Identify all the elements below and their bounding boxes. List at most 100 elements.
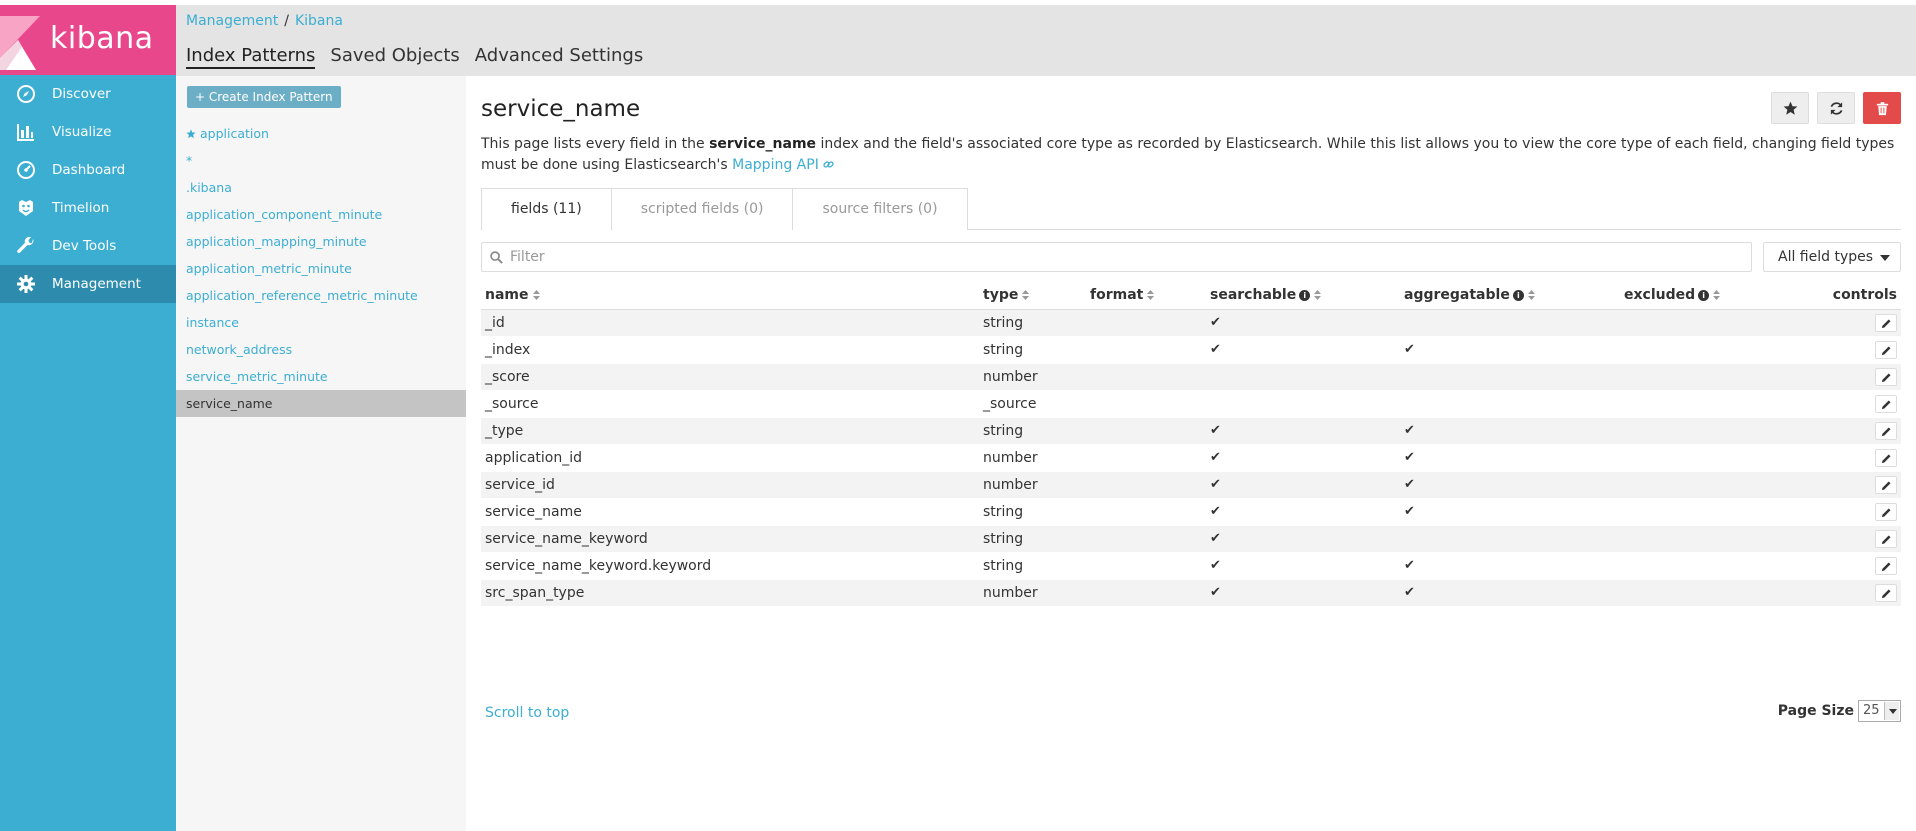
gear-icon — [0, 274, 52, 294]
index-pattern-item[interactable]: instance — [176, 309, 466, 336]
field-type: number — [979, 579, 1086, 607]
dashboard-icon — [0, 160, 52, 180]
searchable-check-icon: ✔ — [1206, 579, 1400, 607]
edit-field-button[interactable] — [1875, 448, 1897, 467]
edit-field-button[interactable] — [1875, 367, 1897, 386]
field-type: number — [979, 363, 1086, 391]
star-icon — [1783, 101, 1797, 115]
field-format — [1086, 417, 1206, 445]
tab-saved-objects[interactable]: Saved Objects — [330, 45, 459, 69]
edit-field-button[interactable] — [1875, 394, 1897, 413]
nav-item-management[interactable]: Management — [0, 265, 176, 303]
table-row: _index string ✔ ✔ — [481, 336, 1901, 364]
index-pattern-label: application — [199, 126, 269, 141]
pencil-icon — [1881, 318, 1891, 328]
nav-item-dashboard[interactable]: Dashboard — [0, 151, 176, 189]
tab-fields[interactable]: fields (11) — [481, 188, 612, 231]
index-pattern-detail: service_name This page lists every field… — [466, 76, 1916, 831]
breadcrumb-management[interactable]: Management — [186, 13, 278, 29]
column-header-searchable[interactable]: searchable i — [1206, 282, 1400, 310]
info-icon[interactable]: i — [1299, 289, 1311, 301]
edit-field-button[interactable] — [1875, 583, 1897, 602]
table-row: _score number — [481, 363, 1901, 391]
field-controls — [1820, 498, 1901, 526]
aggregatable-check-icon: ✔ — [1400, 471, 1620, 499]
field-excluded — [1620, 417, 1820, 445]
edit-field-button[interactable] — [1875, 529, 1897, 548]
index-pattern-item[interactable]: network_address — [176, 336, 466, 363]
edit-field-button[interactable] — [1875, 556, 1897, 575]
edit-field-button[interactable] — [1875, 502, 1897, 521]
pencil-icon — [1881, 561, 1891, 571]
page-description: This page lists every field in the servi… — [481, 134, 1901, 176]
bar-chart-icon — [0, 122, 52, 142]
nav-label: Discover — [52, 86, 111, 102]
breadcrumb-kibana[interactable]: Kibana — [295, 13, 343, 29]
edit-field-button[interactable] — [1875, 340, 1897, 359]
page-size-label: Page Size — [1777, 703, 1854, 719]
set-default-button[interactable] — [1771, 92, 1809, 124]
column-header-name[interactable]: name — [481, 282, 979, 310]
index-pattern-item[interactable]: * — [176, 147, 466, 174]
sort-icon[interactable] — [1713, 290, 1721, 301]
index-pattern-item-default[interactable]: application — [176, 120, 466, 147]
aggregatable-check-icon: ✔ — [1400, 498, 1620, 526]
index-pattern-item[interactable]: application_mapping_minute — [176, 228, 466, 255]
column-header-aggregatable[interactable]: aggregatable i — [1400, 282, 1620, 310]
scroll-to-top-link[interactable]: Scroll to top — [485, 705, 569, 721]
sort-icon[interactable] — [1147, 290, 1155, 301]
info-icon[interactable]: i — [1698, 289, 1710, 301]
sort-icon[interactable] — [1314, 290, 1322, 301]
column-header-format[interactable]: format — [1086, 282, 1206, 310]
edit-field-button[interactable] — [1875, 421, 1897, 440]
info-icon[interactable]: i — [1512, 289, 1524, 301]
column-header-excluded[interactable]: excluded i — [1620, 282, 1820, 310]
nav-item-timelion[interactable]: Timelion — [0, 189, 176, 227]
sort-icon[interactable] — [532, 290, 540, 301]
index-pattern-item[interactable]: application_reference_metric_minute — [176, 282, 466, 309]
field-controls — [1820, 525, 1901, 553]
nav-item-visualize[interactable]: Visualize — [0, 113, 176, 151]
page-size-select[interactable]: 25 — [1858, 700, 1901, 722]
compass-icon — [0, 84, 52, 104]
tab-index-patterns[interactable]: Index Patterns — [186, 45, 316, 69]
tab-advanced-settings[interactable]: Advanced Settings — [475, 45, 643, 69]
edit-field-button[interactable] — [1875, 475, 1897, 494]
field-excluded — [1620, 390, 1820, 418]
index-pattern-item[interactable]: application_metric_minute — [176, 255, 466, 282]
field-controls — [1820, 444, 1901, 472]
sidebar: kibana Discover Visualize Dashboard Time… — [0, 5, 176, 831]
column-header-type[interactable]: type — [979, 282, 1086, 310]
field-type: string — [979, 498, 1086, 526]
field-type-select[interactable]: All field types — [1763, 242, 1901, 272]
page-title: service_name — [481, 96, 641, 122]
refresh-fields-button[interactable] — [1817, 92, 1855, 124]
table-row: service_name_keyword string ✔ — [481, 525, 1901, 553]
index-pattern-item[interactable]: application_component_minute — [176, 201, 466, 228]
field-name: _index — [481, 336, 979, 364]
index-pattern-item[interactable]: service_metric_minute — [176, 363, 466, 390]
aggregatable-check-icon — [1400, 309, 1620, 337]
tab-source-filters[interactable]: source filters (0) — [792, 188, 968, 230]
index-pattern-item-active[interactable]: service_name — [176, 390, 466, 417]
field-type: string — [979, 417, 1086, 445]
create-index-pattern-button[interactable]: + Create Index Pattern — [187, 86, 341, 108]
field-excluded — [1620, 552, 1820, 580]
field-name: _id — [481, 309, 979, 337]
field-format — [1086, 552, 1206, 580]
filter-input[interactable] — [510, 249, 1740, 265]
nav-item-discover[interactable]: Discover — [0, 75, 176, 113]
nav-item-dev-tools[interactable]: Dev Tools — [0, 227, 176, 265]
brand-name: kibana — [50, 21, 154, 56]
sort-icon[interactable] — [1527, 290, 1535, 301]
mapping-api-link[interactable]: Mapping API — [732, 157, 834, 173]
page-size-value: 25 — [1863, 703, 1880, 718]
sort-icon[interactable] — [1022, 290, 1030, 301]
field-format — [1086, 363, 1206, 391]
edit-field-button[interactable] — [1875, 313, 1897, 332]
brand[interactable]: kibana — [0, 5, 176, 75]
index-pattern-item[interactable]: .kibana — [176, 174, 466, 201]
tab-scripted-fields[interactable]: scripted fields (0) — [610, 188, 794, 230]
delete-pattern-button[interactable] — [1863, 92, 1901, 124]
pencil-icon — [1881, 534, 1891, 544]
